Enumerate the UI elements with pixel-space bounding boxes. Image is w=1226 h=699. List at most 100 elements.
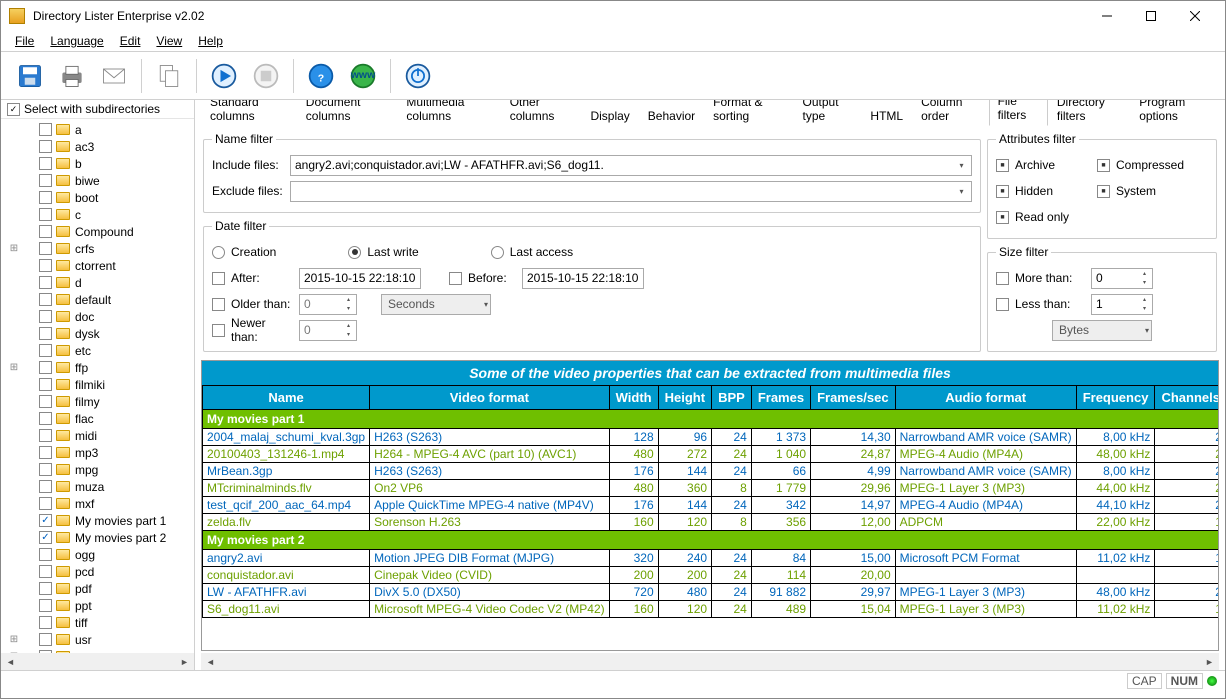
tab-html[interactable]: HTML [861, 105, 912, 126]
tree-checkbox[interactable] [39, 395, 52, 408]
older-checkbox[interactable] [212, 298, 225, 311]
older-spin[interactable]: 0▴▾ [299, 294, 357, 315]
mail-button[interactable] [95, 57, 133, 95]
print-button[interactable] [53, 57, 91, 95]
tree-checkbox[interactable] [39, 276, 52, 289]
creation-radio[interactable] [212, 246, 225, 259]
close-button[interactable] [1173, 2, 1217, 30]
tree-item[interactable]: ctorrent [1, 257, 194, 274]
tree-checkbox[interactable] [39, 582, 52, 595]
tab-output-type[interactable]: Output type [794, 100, 862, 126]
less-than-spin[interactable]: 1▴▾ [1091, 294, 1153, 315]
tree-item[interactable]: mp3 [1, 444, 194, 461]
menu-language[interactable]: Language [42, 32, 111, 50]
menu-edit[interactable]: Edit [112, 32, 149, 50]
before-date-input[interactable] [522, 268, 644, 289]
tree-checkbox[interactable] [39, 157, 52, 170]
tab-behavior[interactable]: Behavior [639, 105, 704, 126]
tree-checkbox[interactable] [39, 616, 52, 629]
after-date-input[interactable] [299, 268, 421, 289]
stop-button[interactable] [247, 57, 285, 95]
save-button[interactable] [11, 57, 49, 95]
tab-display[interactable]: Display [581, 105, 638, 126]
tree-checkbox[interactable] [39, 429, 52, 442]
tree-item[interactable]: ac3 [1, 138, 194, 155]
newer-spin[interactable]: 0▴▾ [299, 320, 357, 341]
tab-format-sorting[interactable]: Format & sorting [704, 100, 793, 126]
power-button[interactable] [399, 57, 437, 95]
tree-item[interactable]: ogg [1, 546, 194, 563]
tree-item[interactable]: b [1, 155, 194, 172]
tree-item[interactable]: filmy [1, 393, 194, 410]
tree-item[interactable]: mxf [1, 495, 194, 512]
tree-item[interactable]: filmiki [1, 376, 194, 393]
copy-button[interactable] [150, 57, 188, 95]
tree-checkbox[interactable] [39, 242, 52, 255]
more-than-spin[interactable]: 0▴▾ [1091, 268, 1153, 289]
menu-file[interactable]: File [7, 32, 42, 50]
tree-checkbox[interactable] [39, 259, 52, 272]
tree-h-scrollbar[interactable]: ◄► [1, 653, 194, 670]
include-files-combo[interactable]: ▾ [290, 155, 972, 176]
system-checkbox[interactable] [1097, 185, 1110, 198]
after-checkbox[interactable] [212, 272, 225, 285]
tab-document-columns[interactable]: Document columns [297, 100, 398, 126]
tree-checkbox[interactable] [39, 633, 52, 646]
tree-item[interactable]: tiff [1, 614, 194, 631]
minimize-button[interactable] [1085, 2, 1129, 30]
tree-checkbox[interactable] [39, 191, 52, 204]
tree-checkbox[interactable] [39, 497, 52, 510]
tree-checkbox[interactable] [39, 463, 52, 476]
tree-item[interactable]: ⊞usr [1, 631, 194, 648]
lastaccess-radio[interactable] [491, 246, 504, 259]
tree-checkbox[interactable] [39, 293, 52, 306]
less-than-checkbox[interactable] [996, 298, 1009, 311]
tree-checkbox[interactable] [39, 599, 52, 612]
tree-item[interactable]: biwe [1, 172, 194, 189]
maximize-button[interactable] [1129, 2, 1173, 30]
tree-item[interactable]: doc [1, 308, 194, 325]
newer-checkbox[interactable] [212, 324, 225, 337]
tree-item[interactable]: pdf [1, 580, 194, 597]
tab-directory-filters[interactable]: Directory filters [1048, 100, 1130, 126]
time-unit-select[interactable]: Seconds▾ [381, 294, 491, 315]
table-h-scrollbar[interactable]: ◄► [201, 653, 1219, 670]
tree-checkbox[interactable] [39, 225, 52, 238]
tab-program-options[interactable]: Program options [1130, 100, 1219, 126]
tab-standard-columns[interactable]: Standard columns [201, 100, 297, 126]
www-button[interactable]: www [344, 57, 382, 95]
select-subdirs-row[interactable]: ✓ Select with subdirectories [1, 100, 194, 119]
tree-checkbox[interactable] [39, 123, 52, 136]
tree-checkbox[interactable]: ✓ [39, 531, 52, 544]
select-subdirs-checkbox[interactable]: ✓ [7, 103, 20, 116]
tree-item[interactable]: Compound [1, 223, 194, 240]
compressed-checkbox[interactable] [1097, 159, 1110, 172]
tree-checkbox[interactable] [39, 344, 52, 357]
size-unit-select[interactable]: Bytes▾ [1052, 320, 1152, 341]
tree-checkbox[interactable] [39, 548, 52, 561]
help-button[interactable]: ? [302, 57, 340, 95]
tree-item[interactable]: ⊞crfs [1, 240, 194, 257]
tree-checkbox[interactable] [39, 361, 52, 374]
tree-item[interactable]: mpg [1, 461, 194, 478]
tab-file-filters[interactable]: File filters [989, 100, 1048, 126]
tree-checkbox[interactable] [39, 208, 52, 221]
tree-checkbox[interactable] [39, 310, 52, 323]
before-checkbox[interactable] [449, 272, 462, 285]
tree-checkbox[interactable] [39, 480, 52, 493]
tree-item[interactable]: ppt [1, 597, 194, 614]
tree-item[interactable]: midi [1, 427, 194, 444]
tree-item[interactable]: boot [1, 189, 194, 206]
tree-item[interactable]: default [1, 291, 194, 308]
tab-column-order[interactable]: Column order [912, 100, 988, 126]
tree-checkbox[interactable] [39, 446, 52, 459]
tree-item[interactable]: dysk [1, 325, 194, 342]
hidden-checkbox[interactable] [996, 185, 1009, 198]
tree-item[interactable]: ⊞ffp [1, 359, 194, 376]
menu-view[interactable]: View [148, 32, 190, 50]
menu-help[interactable]: Help [190, 32, 231, 50]
tree-checkbox[interactable] [39, 140, 52, 153]
tree-checkbox[interactable] [39, 565, 52, 578]
tree-item[interactable]: ✓My movies part 2 [1, 529, 194, 546]
tree-item[interactable]: c [1, 206, 194, 223]
